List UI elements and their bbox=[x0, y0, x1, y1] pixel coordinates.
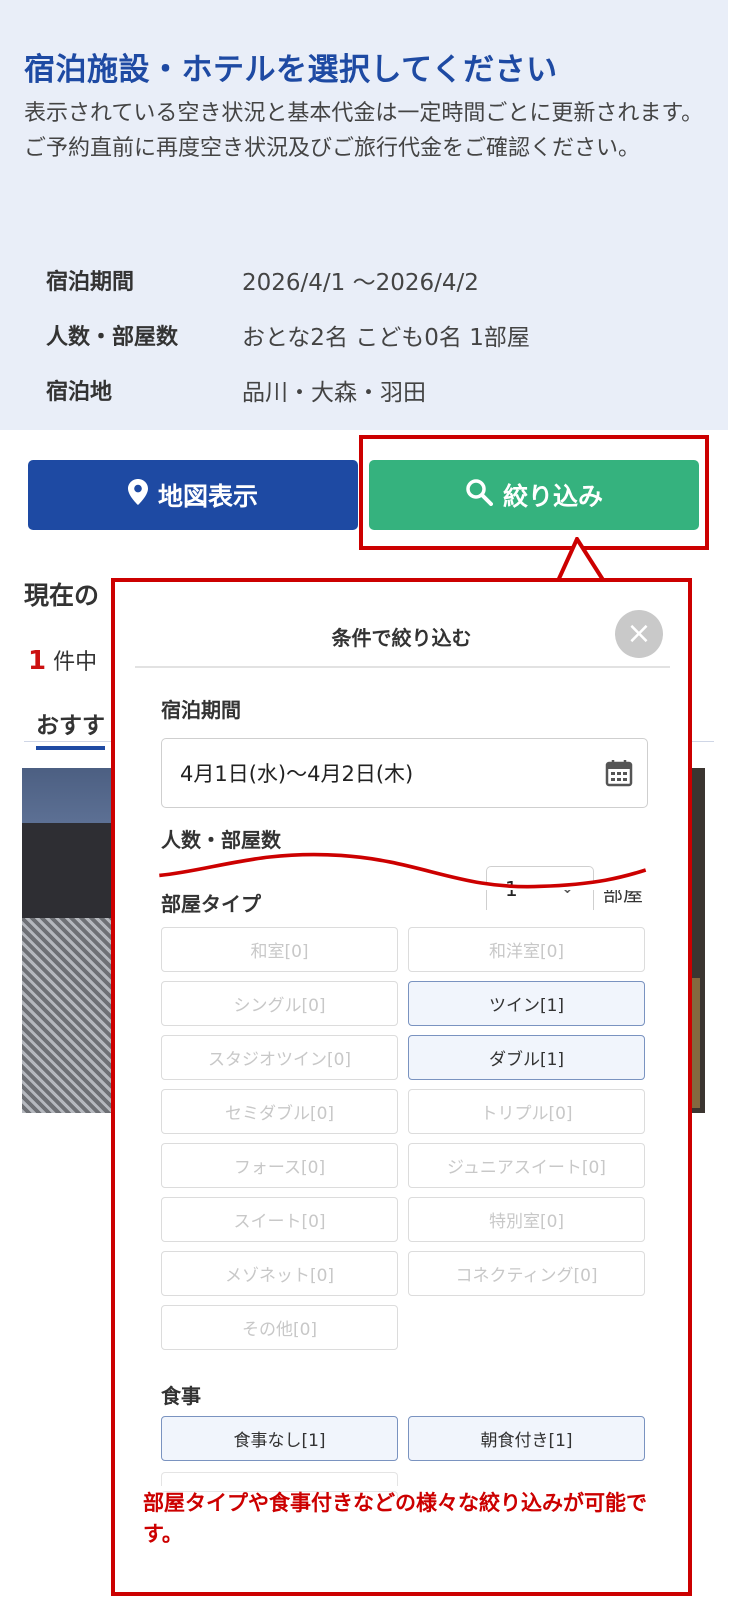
page-title: 宿泊施設・ホテルを選択してください bbox=[24, 52, 558, 88]
map-view-label: 地図表示 bbox=[157, 482, 258, 511]
meal-label: 食事 bbox=[161, 1384, 201, 1408]
filter-button-highlight bbox=[359, 435, 709, 550]
room-type-chip[interactable]: その他[0] bbox=[161, 1305, 398, 1350]
room-type-options: 和室[0] 和洋室[0] シングル[0] ツイン[1] スタジオツイン[0] ダ… bbox=[161, 927, 646, 1350]
info-label: 宿泊期間 bbox=[46, 269, 135, 295]
room-type-chip[interactable]: 特別室[0] bbox=[408, 1197, 645, 1242]
room-type-chip[interactable]: ダブル[1] bbox=[408, 1035, 645, 1080]
room-type-chip[interactable]: スタジオツイン[0] bbox=[161, 1035, 398, 1080]
result-count-number: 1 bbox=[28, 646, 47, 676]
current-conditions-heading: 現在の bbox=[24, 581, 100, 610]
room-type-chip[interactable]: セミダブル[0] bbox=[161, 1089, 398, 1134]
modal-divider bbox=[135, 666, 670, 668]
callout-note: 部屋タイプや食事付きなどの様々な絞り込みが可能です。 bbox=[143, 1491, 647, 1546]
more-meal-options bbox=[161, 1471, 646, 1505]
room-type-chip[interactable]: シングル[0] bbox=[161, 981, 398, 1026]
info-row-guests: 人数・部屋数 おとな2名 こども0名 1部屋 bbox=[46, 307, 530, 362]
sort-tab-recommended[interactable]: おすす bbox=[36, 706, 105, 750]
filter-modal-callout: 条件で絞り込む × 宿泊期間 4月1日(水)〜4月2日(木) 人数・部屋数 1 … bbox=[111, 578, 692, 1596]
info-row-period: 宿泊期間 2026/4/1 〜2026/4/2 bbox=[46, 252, 530, 307]
room-type-chip[interactable]: コネクティング[0] bbox=[408, 1251, 645, 1296]
room-type-label: 部屋タイプ bbox=[161, 892, 261, 916]
map-view-button[interactable]: 地図表示 bbox=[28, 460, 358, 530]
stay-date-field[interactable]: 4月1日(水)〜4月2日(木) bbox=[161, 738, 648, 808]
info-value: おとな2名 こども0名 1部屋 bbox=[242, 324, 530, 351]
room-type-chip[interactable]: ジュニアスイート[0] bbox=[408, 1143, 645, 1188]
stay-date-value: 4月1日(水)〜4月2日(木) bbox=[180, 762, 414, 786]
meal-options: 食事なし[1] 朝食付き[1] bbox=[161, 1416, 646, 1461]
room-type-chip[interactable]: ツイン[1] bbox=[408, 981, 645, 1026]
meal-chip[interactable]: 食事なし[1] bbox=[161, 1416, 398, 1461]
room-type-chip[interactable]: スイート[0] bbox=[161, 1197, 398, 1242]
search-conditions: 宿泊期間 2026/4/1 〜2026/4/2 人数・部屋数 おとな2名 こども… bbox=[46, 252, 530, 417]
room-type-chip[interactable]: メゾネット[0] bbox=[161, 1251, 398, 1296]
info-row-area: 宿泊地 品川・大森・羽田 bbox=[46, 362, 530, 417]
room-type-chip[interactable]: 和洋室[0] bbox=[408, 927, 645, 972]
stay-period-label: 宿泊期間 bbox=[161, 698, 241, 722]
room-type-chip[interactable]: 和室[0] bbox=[161, 927, 398, 972]
meal-chip[interactable]: 朝食付き[1] bbox=[408, 1416, 645, 1461]
guests-rooms-label: 人数・部屋数 bbox=[161, 828, 281, 852]
info-value: 品川・大森・羽田 bbox=[242, 379, 426, 406]
info-label: 宿泊地 bbox=[46, 379, 113, 405]
section-break-wave bbox=[159, 852, 647, 890]
result-count-text: 件中 bbox=[46, 650, 98, 675]
info-label: 人数・部屋数 bbox=[46, 324, 179, 350]
page-description: 表示されている空き状況と基本代金は一定時間ごとに更新されます。ご予約直前に再度空… bbox=[24, 101, 704, 161]
calendar-icon[interactable] bbox=[605, 759, 633, 792]
map-pin-icon bbox=[127, 479, 148, 511]
info-value: 2026/4/1 〜2026/4/2 bbox=[242, 269, 479, 296]
result-count: 1 件中 bbox=[28, 644, 97, 676]
modal-title: 条件で絞り込む bbox=[331, 626, 472, 650]
close-symbol: × bbox=[626, 616, 652, 651]
room-type-chip[interactable]: トリプル[0] bbox=[408, 1089, 645, 1134]
room-type-chip[interactable]: フォース[0] bbox=[161, 1143, 398, 1188]
close-icon[interactable]: × bbox=[615, 610, 663, 658]
